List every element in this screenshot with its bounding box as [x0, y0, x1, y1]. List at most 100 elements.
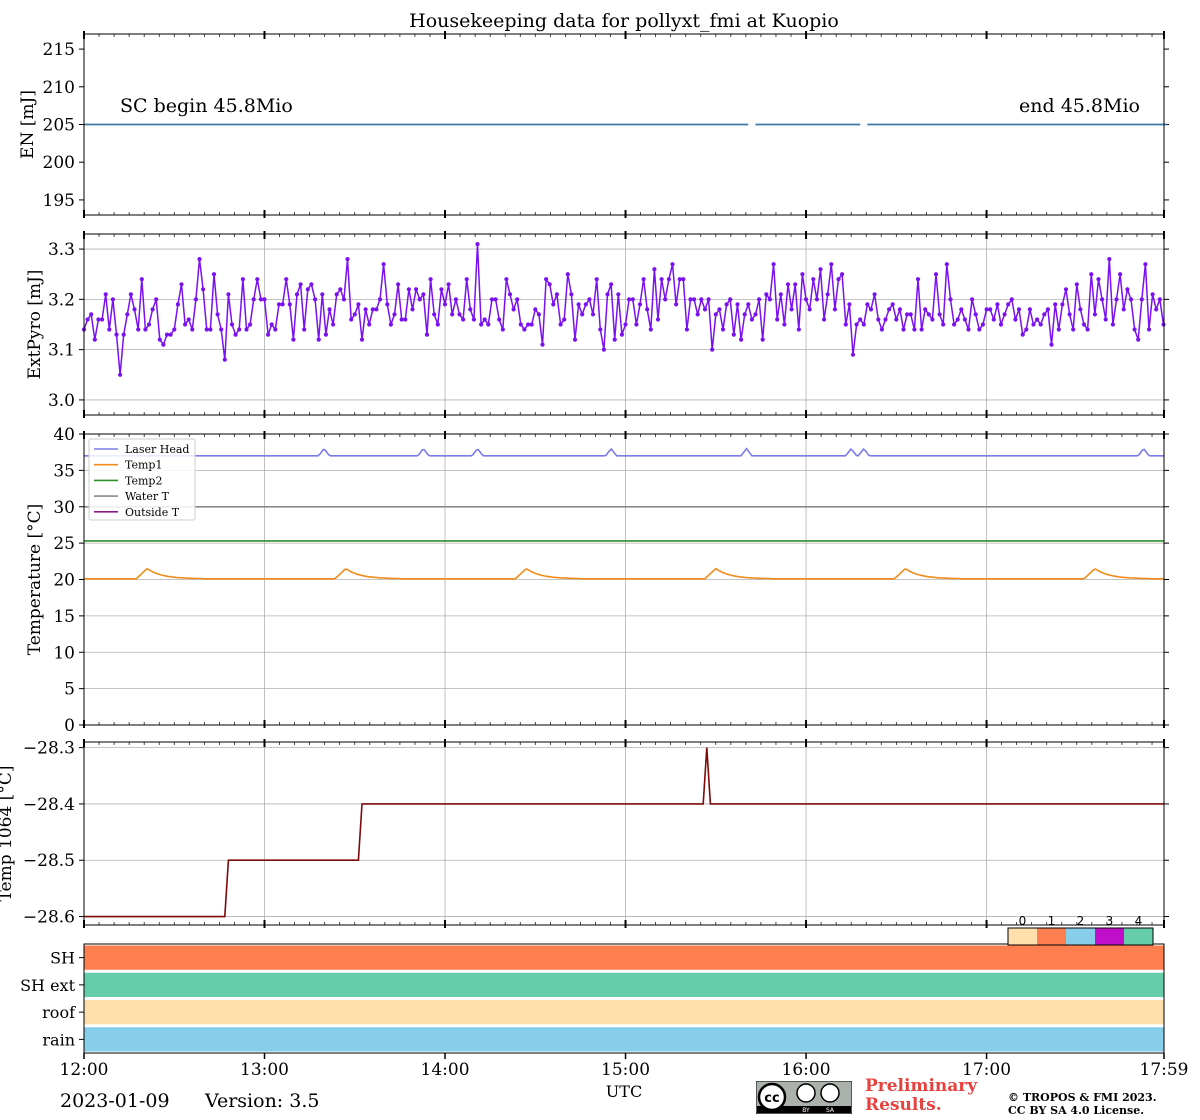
- extpyro-point: [655, 317, 661, 322]
- extpyro-point: [1125, 287, 1130, 292]
- extpyro-point: [829, 262, 834, 267]
- extpyro-point: [850, 352, 856, 357]
- extpyro-point: [735, 302, 740, 307]
- extpyro-point: [132, 307, 137, 312]
- flag-xtick-label-6: 17:59: [1140, 1060, 1189, 1080]
- extpyro-point: [143, 327, 148, 332]
- ytick-label-2-7: 35: [53, 461, 75, 481]
- extpyro-point: [468, 307, 473, 312]
- extpyro-point: [630, 297, 635, 302]
- extpyro-point: [814, 297, 820, 302]
- extpyro-point: [558, 322, 563, 327]
- extpyro-point: [1002, 312, 1007, 317]
- extpyro-point: [627, 297, 632, 302]
- extpyro-point: [529, 322, 534, 327]
- extpyro-point: [1096, 277, 1101, 282]
- extpyro-point: [139, 277, 144, 282]
- extpyro-point: [933, 272, 939, 277]
- extpyro-point: [255, 277, 260, 282]
- extpyro-point: [854, 322, 859, 327]
- extpyro-point: [865, 302, 870, 307]
- extpyro-point: [486, 322, 491, 327]
- temp-legend-label-1: Temp1: [125, 459, 162, 472]
- extpyro-point: [980, 322, 986, 327]
- extpyro-point: [251, 297, 256, 302]
- extpyro-point: [150, 307, 155, 312]
- extpyro-point: [724, 302, 729, 307]
- ytick-label-2-0: 0: [64, 716, 75, 736]
- extpyro-point: [1009, 297, 1014, 302]
- extpyro-point: [320, 292, 325, 297]
- extpyro-point: [110, 297, 115, 302]
- extpyro-point: [1063, 287, 1069, 292]
- extpyro-point: [128, 292, 133, 297]
- extpyro-point: [569, 292, 574, 297]
- extpyro-point: [811, 277, 816, 282]
- extpyro-point: [410, 307, 415, 312]
- extpyro-point: [948, 297, 953, 302]
- extpyro-point: [204, 327, 209, 332]
- extpyro-point: [403, 317, 408, 322]
- extpyro-point: [114, 332, 119, 337]
- extpyro-point: [1089, 272, 1094, 277]
- extpyro-point: [190, 327, 195, 332]
- temp-legend-label-3: Water T: [125, 490, 170, 503]
- extpyro-point: [1118, 272, 1123, 277]
- extpyro-point: [641, 277, 646, 282]
- extpyro-point: [739, 337, 744, 342]
- extpyro-point: [670, 262, 675, 267]
- copyright-line-1: © TROPOS & FMI 2023.: [1008, 1091, 1157, 1104]
- extpyro-point: [803, 297, 809, 302]
- extpyro-point: [414, 287, 419, 292]
- flag-row-rain: [84, 1027, 1164, 1052]
- ytick-label-0-0: 195: [43, 191, 75, 211]
- extpyro-point: [565, 272, 570, 277]
- extpyro-point: [284, 277, 289, 282]
- extpyro-point: [1038, 322, 1043, 327]
- ytick-label-3-2: −28.4: [23, 795, 75, 815]
- extpyro-point: [461, 317, 466, 322]
- extpyro-point: [244, 327, 249, 332]
- svg-text:cc: cc: [764, 1091, 779, 1106]
- cc-by-label: BY: [802, 1107, 810, 1114]
- extpyro-point: [822, 317, 827, 322]
- extpyro-point: [944, 262, 949, 267]
- colorbar-cell-1: [1037, 928, 1066, 945]
- extpyro-point: [92, 337, 97, 342]
- extpyro-point: [1027, 307, 1032, 312]
- extpyro-point: [674, 302, 679, 307]
- extpyro-point: [576, 302, 581, 307]
- extpyro-point: [222, 357, 227, 362]
- extpyro-point: [1020, 332, 1025, 337]
- extpyro-point: [435, 322, 440, 327]
- extpyro-point: [280, 302, 285, 307]
- extpyro-point: [479, 322, 484, 327]
- extpyro-point: [500, 327, 505, 332]
- extpyro-point: [533, 307, 538, 312]
- flag-row-roof: [84, 1000, 1164, 1025]
- ytick-label-3-0: −28.6: [23, 908, 75, 928]
- figure-title: Housekeeping data for pollyxt_fmi at Kuo…: [409, 10, 839, 32]
- extpyro-point: [663, 297, 668, 302]
- ytick-label-1-1: 3.1: [48, 341, 75, 361]
- extpyro-point: [1016, 307, 1022, 312]
- extpyro-point: [785, 282, 791, 287]
- extpyro-point: [637, 302, 643, 307]
- extpyro-point: [327, 307, 332, 312]
- extpyro-point: [1031, 322, 1036, 327]
- extpyro-point: [172, 327, 177, 332]
- colorbar-tick-label-2: 2: [1077, 914, 1085, 928]
- extpyro-point: [742, 312, 747, 317]
- extpyro-point: [912, 327, 917, 332]
- extpyro-point: [847, 302, 852, 307]
- preliminary-line-2: Results.: [865, 1095, 942, 1115]
- extpyro-point: [580, 312, 585, 317]
- ytick-label-2-5: 25: [53, 534, 75, 554]
- extpyro-point: [959, 307, 964, 312]
- extpyro-point: [984, 307, 989, 312]
- extpyro-point: [219, 327, 224, 332]
- flag-xtick-label-4: 16:00: [782, 1060, 831, 1080]
- extpyro-point: [377, 297, 383, 302]
- footer-version: Version: 3.5: [205, 1090, 320, 1112]
- extpyro-point: [688, 297, 693, 302]
